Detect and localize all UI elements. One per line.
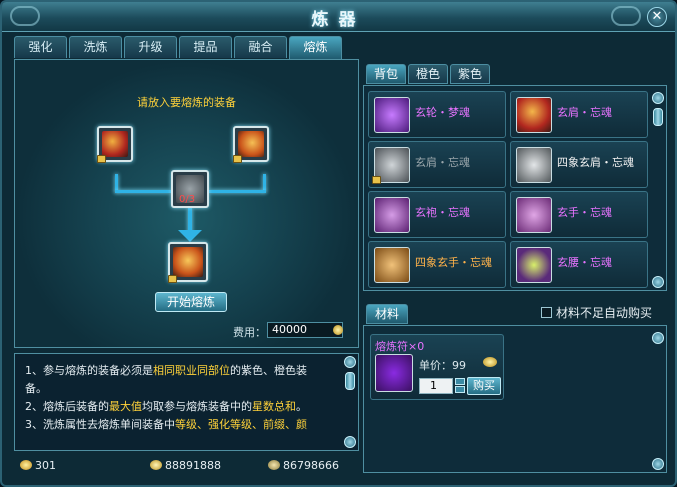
close-icon: ✕ xyxy=(651,9,663,24)
description-scrollbar[interactable] xyxy=(344,356,356,448)
scroll-up-icon[interactable] xyxy=(344,356,356,368)
autobuy-checkbox[interactable]: 材料不足自动购买 xyxy=(541,304,652,321)
bag-item[interactable]: 玄手・忘魂 xyxy=(510,191,648,238)
description-box: 1、参与熔炼的装备必须是相同职业同部位的紫色、橙色装 备。 2、熔炼后装备的最大… xyxy=(14,353,359,451)
lock-icon xyxy=(97,155,106,163)
scroll-thumb[interactable] xyxy=(345,372,355,390)
autobuy-label: 材料不足自动购买 xyxy=(556,306,653,320)
lock-icon xyxy=(168,275,177,283)
buy-button[interactable]: 购买 xyxy=(467,377,501,395)
shoulder-armor-icon xyxy=(173,247,203,277)
bag-tabs: 背包 橙色 紫色 xyxy=(366,64,490,84)
lock-icon xyxy=(372,176,381,184)
increment-icon[interactable] xyxy=(455,378,465,385)
bag-item[interactable]: 四象玄肩・忘魂 xyxy=(510,141,648,188)
scroll-up-icon[interactable] xyxy=(652,332,664,344)
scroll-thumb[interactable] xyxy=(653,108,663,126)
quantity-stepper[interactable] xyxy=(455,378,465,394)
desc-line-3: 3、洗炼属性去熔炼单间装备中等级、强化等级、前缀、颜 xyxy=(25,418,307,431)
connector-right-h xyxy=(209,190,266,193)
gauntlet-icon xyxy=(516,197,552,233)
window-title: 炼器 xyxy=(311,10,366,30)
bag-grid: 玄轮・梦魂 玄肩・忘魂 玄肩・忘魂 四象玄肩・忘魂 玄袍・忘魂 玄手・忘魂 四象… xyxy=(363,85,667,291)
function-tabs: 强化 洗炼 升级 提品 融合 熔炼 xyxy=(14,36,342,59)
bound-coin-icon xyxy=(268,460,280,470)
material-count: 0/3 xyxy=(179,194,196,205)
coin-icon xyxy=(150,460,162,470)
scroll-down-icon[interactable] xyxy=(652,276,664,288)
close-button[interactable]: ✕ xyxy=(647,7,667,27)
checkbox-icon[interactable] xyxy=(541,307,552,318)
quantity-input[interactable]: 1 xyxy=(419,378,453,394)
tab-material[interactable]: 材料 xyxy=(366,304,408,324)
smelt-instruction: 请放入要熔炼的装备 xyxy=(137,96,236,109)
bag-item[interactable]: 玄袍・忘魂 xyxy=(368,191,506,238)
tab-backpack[interactable]: 背包 xyxy=(366,64,406,84)
shoulder-armor-icon xyxy=(516,147,552,183)
result-slot[interactable] xyxy=(168,242,208,283)
gauntlet-icon xyxy=(374,247,410,283)
scroll-down-icon[interactable] xyxy=(652,458,664,470)
fee-label: 费用： xyxy=(233,326,266,339)
scroll-up-icon[interactable] xyxy=(652,92,664,104)
currency-bar: 301 88891888 86798666 xyxy=(16,457,356,475)
belt-icon xyxy=(516,247,552,283)
scroll-down-icon[interactable] xyxy=(344,436,356,448)
tab-fuse[interactable]: 融合 xyxy=(234,36,287,58)
bag-item[interactable]: 玄腰・忘魂 xyxy=(510,241,648,288)
tab-purple[interactable]: 紫色 xyxy=(450,64,490,84)
refine-window: 炼器 ✕ 强化 洗炼 升级 提品 融合 熔炼 请放入要熔炼的装备 0/3 开始熔… xyxy=(0,0,677,487)
shoulder-armor-icon xyxy=(238,131,264,157)
arrow-down-icon xyxy=(178,230,202,242)
equip-slot-left[interactable] xyxy=(97,126,133,163)
material-panel: 熔炼符×0 单价：99 1 购买 xyxy=(363,325,667,473)
start-smelt-button[interactable]: 开始熔炼 xyxy=(155,292,227,312)
bag-item[interactable]: 玄肩・忘魂 xyxy=(368,141,506,188)
gold-ingot-icon xyxy=(483,357,497,367)
desc-line-2: 2、熔炼后装备的最大值均取参与熔炼装备中的星数总和。 xyxy=(25,400,307,413)
tab-promote[interactable]: 提品 xyxy=(179,36,232,58)
tab-orange[interactable]: 橙色 xyxy=(408,64,448,84)
gold-ingot-icon xyxy=(20,460,32,470)
material-card: 熔炼符×0 单价：99 1 购买 xyxy=(370,334,504,400)
bag-scrollbar[interactable] xyxy=(652,92,664,288)
connector-left-h xyxy=(115,190,171,193)
material-name: 熔炼符×0 xyxy=(375,340,425,353)
unit-price: 单价：99 xyxy=(419,359,466,372)
gold-ingot: 301 xyxy=(20,459,56,472)
robe-armor-icon xyxy=(374,197,410,233)
tab-strengthen[interactable]: 强化 xyxy=(14,36,67,58)
coin-icon xyxy=(333,325,343,335)
material-slot[interactable]: 0/3 xyxy=(171,170,209,208)
shoulder-armor-icon xyxy=(516,97,552,133)
bag-item[interactable]: 四象玄手・忘魂 xyxy=(368,241,506,288)
tab-wash[interactable]: 洗炼 xyxy=(69,36,122,58)
title-bar[interactable]: 炼器 ✕ xyxy=(2,2,675,32)
wheel-weapon-icon xyxy=(374,97,410,133)
equip-slot-right[interactable] xyxy=(233,126,269,163)
coin-balance: 88891888 xyxy=(150,459,221,472)
lock-icon xyxy=(233,155,242,163)
smelt-panel: 请放入要熔炼的装备 0/3 开始熔炼 费用： 40000 xyxy=(14,59,359,348)
material-scrollbar[interactable] xyxy=(652,332,664,470)
bag-item[interactable]: 玄轮・梦魂 xyxy=(368,91,506,138)
decrement-icon[interactable] xyxy=(455,386,465,393)
desc-line-1b: 备。 xyxy=(25,382,47,395)
bound-coin-balance: 86798666 xyxy=(268,459,339,472)
shoulder-armor-icon xyxy=(102,131,128,157)
desc-line-1: 1、参与熔炼的装备必须是相同职业同部位的紫色、橙色装 xyxy=(25,364,307,377)
tab-smelt[interactable]: 熔炼 xyxy=(289,36,342,59)
fee-value: 40000 xyxy=(267,322,343,338)
bag-item[interactable]: 玄肩・忘魂 xyxy=(510,91,648,138)
tab-upgrade[interactable]: 升级 xyxy=(124,36,177,58)
smelt-talisman-icon[interactable] xyxy=(375,354,413,392)
